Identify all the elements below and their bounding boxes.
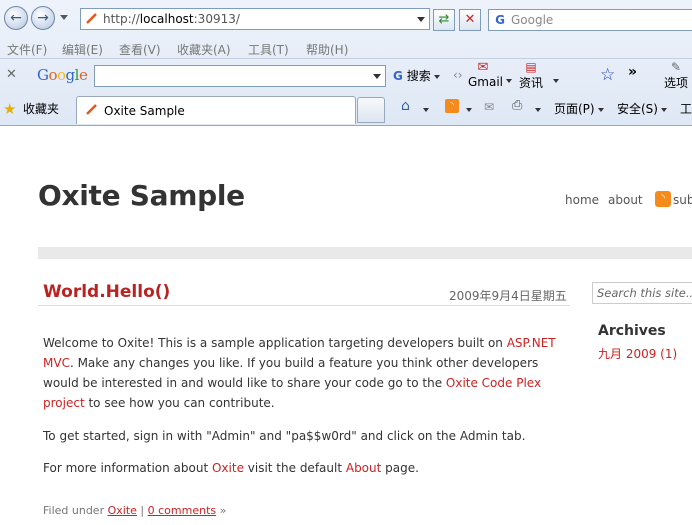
print-icon[interactable]: ⎙	[512, 98, 522, 113]
menu-help[interactable]: 帮助(H)	[306, 41, 348, 58]
google-logo: Google	[37, 66, 88, 84]
google-search-button[interactable]: G 搜索	[393, 67, 440, 84]
gmail-button[interactable]: ✉ Gmail	[468, 60, 503, 89]
tag-oxite-link[interactable]: Oxite	[108, 504, 137, 517]
favorites-button[interactable]: 收藏夹	[23, 100, 59, 117]
tab-oxite-sample[interactable]: Oxite Sample	[76, 96, 356, 124]
google-toolbar-search[interactable]	[94, 65, 386, 87]
post-paragraph-3: For more information about Oxite visit t…	[43, 461, 419, 475]
post-paragraph-2: To get started, sign in with "Admin" and…	[43, 429, 526, 443]
site-title[interactable]: Oxite Sample	[38, 179, 245, 212]
address-dropdown-icon[interactable]	[417, 17, 425, 22]
close-toolbar-icon[interactable]: ✕	[6, 67, 17, 82]
tab-row: ★ 收藏夹 Oxite Sample ⌂ ◝ ✉ ⎙ 页面(P) 安全(S) 工	[0, 94, 692, 126]
menu-tools[interactable]: 工具(T)	[248, 41, 289, 58]
web-page: Oxite Sample home about ◝ sub World.Hell…	[0, 127, 692, 525]
menu-file[interactable]: 文件(F)	[7, 41, 47, 58]
menu-bar: 文件(F) 编辑(E) 查看(V) 收藏夹(A) 工具(T) 帮助(H)	[0, 38, 692, 58]
nav-home-link[interactable]: home	[565, 193, 599, 207]
browser-search-box[interactable]: G Google	[488, 9, 692, 31]
forward-button[interactable]: →	[31, 6, 55, 30]
post-title[interactable]: World.Hello()	[43, 282, 170, 302]
safety-menu-button[interactable]: 安全(S)	[617, 100, 667, 117]
browser-chrome: ← → http://localhost:30913/ ⇄ ✕ G Google…	[0, 0, 692, 126]
toolbar-arrows-icon[interactable]: ‹›	[453, 68, 463, 82]
post-date: 2009年9月4日星期五	[449, 289, 567, 303]
tab-favicon-icon	[86, 104, 97, 115]
bookmark-star-icon[interactable]: ☆	[600, 65, 615, 85]
oxite-link[interactable]: Oxite	[212, 461, 244, 475]
nav-about-link[interactable]: about	[608, 193, 643, 207]
menu-favorites[interactable]: 收藏夹(A)	[177, 41, 231, 58]
comments-link[interactable]: 0 comments	[148, 504, 217, 517]
address-row: ← → http://localhost:30913/ ⇄ ✕ G Google	[0, 4, 692, 34]
read-mail-icon[interactable]: ✉	[484, 100, 494, 114]
tab-label: Oxite Sample	[104, 104, 185, 118]
page-favicon-icon	[86, 13, 97, 24]
mail-icon: ✉	[477, 60, 489, 75]
stop-button[interactable]: ✕	[459, 9, 481, 31]
menu-view[interactable]: 查看(V)	[119, 41, 161, 58]
wrench-icon: ✎	[670, 60, 682, 74]
address-bar[interactable]: http://localhost:30913/	[80, 8, 430, 30]
about-link[interactable]: About	[346, 461, 381, 475]
home-icon[interactable]: ⌂	[401, 98, 410, 114]
post-title-divider	[38, 305, 570, 306]
tools-menu-button[interactable]: 工	[680, 100, 692, 117]
back-button[interactable]: ←	[4, 6, 28, 30]
favorites-star-icon[interactable]: ★	[3, 100, 16, 118]
news-button[interactable]: ▤ 资讯	[517, 60, 545, 91]
archives-heading: Archives	[598, 323, 666, 339]
news-icon: ▤	[525, 60, 537, 74]
browser-search-placeholder: Google	[511, 13, 554, 27]
post-paragraph-1: Welcome to Oxite! This is a sample appli…	[43, 336, 556, 410]
new-tab-button[interactable]	[357, 97, 385, 123]
google-toolbar: ✕ Google G 搜索 ‹› ✉ Gmail ▤ 资讯 ☆ » ✎ 选项	[0, 58, 692, 92]
header-divider	[38, 247, 692, 259]
google-g-icon: G	[393, 69, 403, 83]
refresh-button[interactable]: ⇄	[433, 9, 455, 31]
google-search-icon: G	[495, 13, 505, 27]
more-button[interactable]: »	[628, 64, 637, 80]
site-search-input[interactable]: Search this site...	[592, 282, 692, 304]
post-footer: Filed under Oxite | 0 comments »	[43, 504, 227, 517]
nav-subscribe-link[interactable]: sub	[673, 193, 692, 207]
address-text: http://localhost:30913/	[103, 12, 240, 26]
options-button[interactable]: ✎ 选项	[660, 60, 692, 91]
history-dropdown[interactable]	[60, 15, 68, 20]
archive-item-link[interactable]: 九月 2009 (1)	[598, 345, 677, 362]
rss-icon[interactable]: ◝	[655, 191, 671, 207]
rss-feed-icon[interactable]: ◝	[445, 99, 459, 113]
page-menu-button[interactable]: 页面(P)	[554, 100, 604, 117]
chevron-down-icon[interactable]	[373, 74, 381, 79]
menu-edit[interactable]: 编辑(E)	[62, 41, 103, 58]
